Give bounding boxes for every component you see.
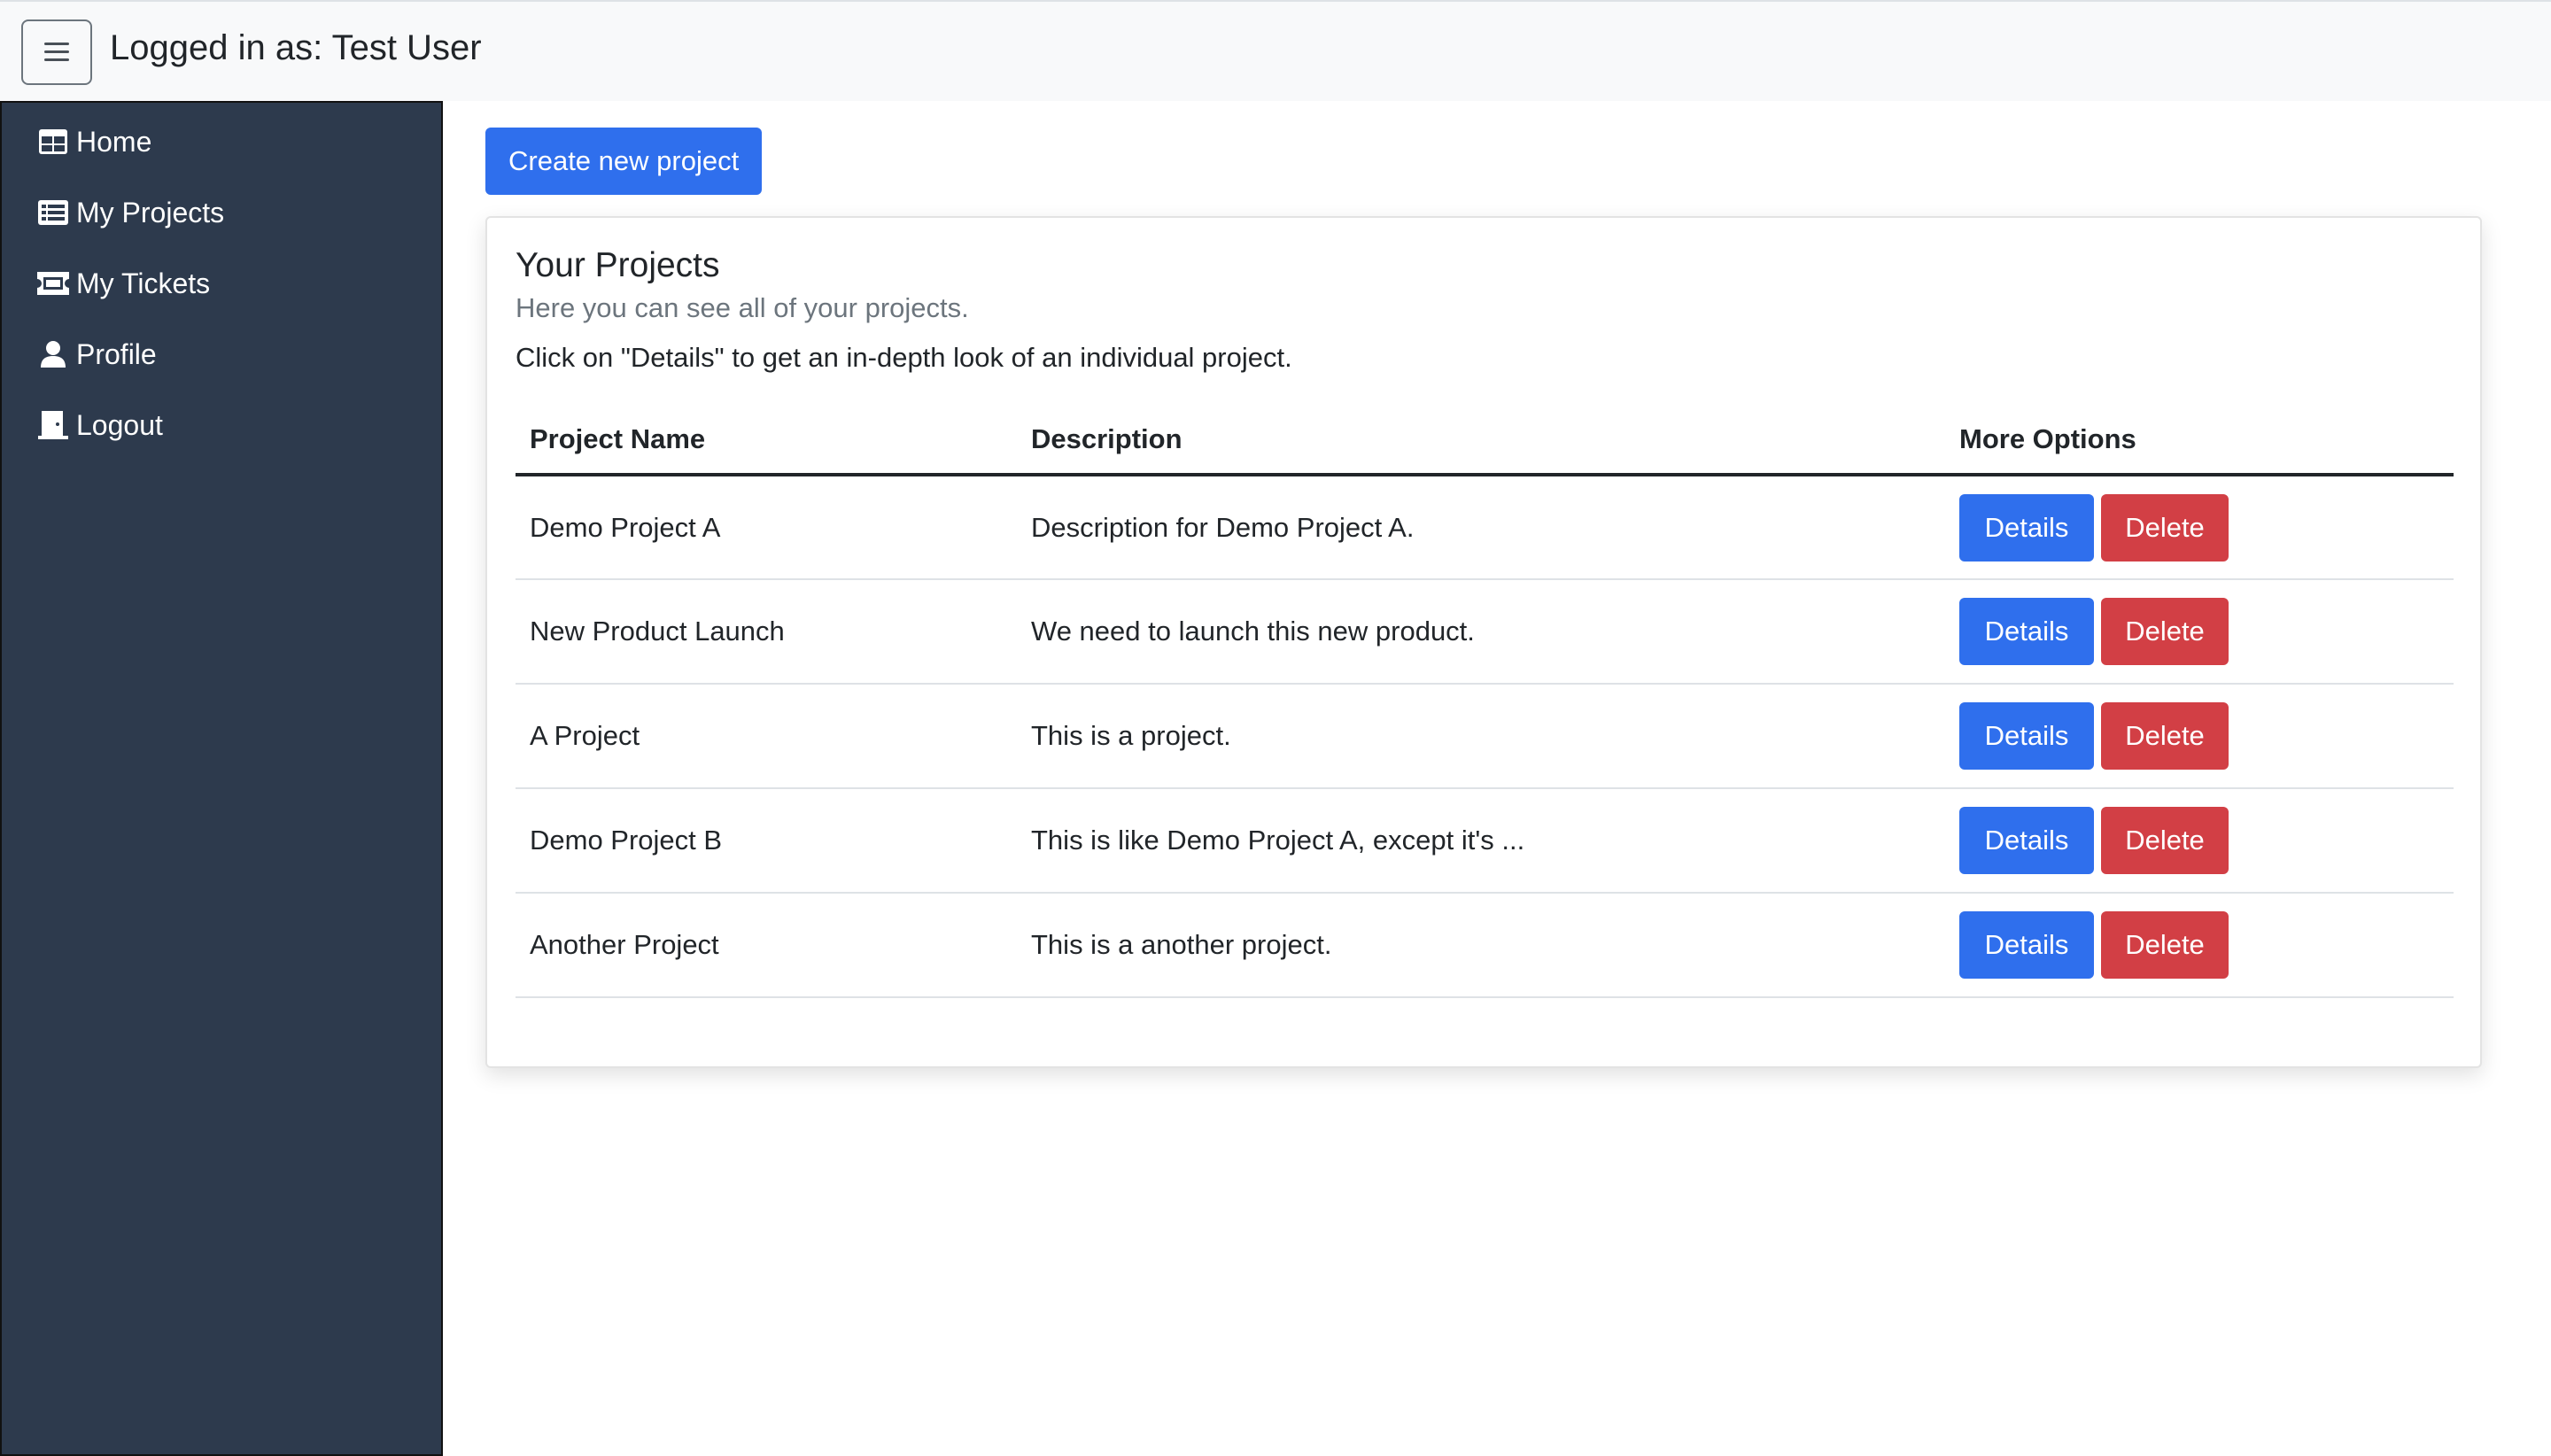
column-header-project-name: Project Name — [516, 406, 1017, 476]
details-button[interactable]: Details — [1959, 807, 2094, 874]
details-button[interactable]: Details — [1959, 911, 2094, 979]
sidebar-item-label: Profile — [76, 337, 157, 370]
delete-button[interactable]: Delete — [2101, 702, 2229, 770]
table-row: Demo Project A Description for Demo Proj… — [516, 475, 2454, 580]
hamburger-icon — [44, 43, 69, 62]
door-icon — [37, 411, 69, 439]
sidebar-item-my-tickets[interactable]: My Tickets — [2, 248, 441, 319]
sidebar-item-label: Home — [76, 125, 152, 158]
create-project-button[interactable]: Create new project — [485, 128, 763, 195]
column-header-description: Description — [1017, 406, 1945, 476]
table-row: Demo Project B This is like Demo Project… — [516, 788, 2454, 894]
menu-toggle-button[interactable] — [21, 19, 92, 85]
delete-button[interactable]: Delete — [2101, 911, 2229, 979]
project-name-cell: Demo Project A — [516, 475, 1017, 580]
sidebar-item-logout[interactable]: Logout — [2, 390, 441, 461]
logged-in-label: Logged in as: Test User — [110, 28, 482, 67]
sidebar-item-label: Logout — [76, 408, 163, 441]
project-description-cell: Description for Demo Project A. — [1017, 475, 1945, 580]
list-icon — [37, 198, 69, 227]
project-description-cell: We need to launch this new product. — [1017, 579, 1945, 685]
table-icon — [37, 128, 69, 156]
details-button[interactable]: Details — [1959, 598, 2094, 665]
card-instructions: Click on "Details" to get an in-depth lo… — [516, 342, 1292, 373]
options-cell: Details Delete — [1945, 475, 2454, 580]
projects-table: Project Name Description More Options De… — [516, 406, 2454, 998]
project-name-cell: New Product Launch — [516, 579, 1017, 685]
sidebar-item-label: My Projects — [76, 196, 225, 228]
top-navbar: Logged in as: Test User — [0, 0, 2551, 101]
projects-card: Your Projects Here you can see all of yo… — [485, 216, 2482, 1068]
sidebar-item-home[interactable]: Home — [2, 106, 441, 177]
project-name-cell: A Project — [516, 684, 1017, 789]
project-name-cell: Demo Project B — [516, 788, 1017, 894]
options-cell: Details Delete — [1945, 893, 2454, 998]
options-cell: Details Delete — [1945, 788, 2454, 894]
sidebar-item-profile[interactable]: Profile — [2, 319, 441, 390]
delete-button[interactable]: Delete — [2101, 598, 2229, 665]
column-header-more-options: More Options — [1945, 406, 2454, 476]
project-description-cell: This is like Demo Project A, except it's… — [1017, 788, 1945, 894]
table-header-row: Project Name Description More Options — [516, 406, 2454, 476]
table-row: A Project This is a project. Details Del… — [516, 684, 2454, 789]
main-content: Create new project Your Projects Here yo… — [485, 128, 2482, 1068]
project-name-cell: Another Project — [516, 893, 1017, 998]
options-cell: Details Delete — [1945, 684, 2454, 789]
options-cell: Details Delete — [1945, 579, 2454, 685]
table-row: New Product Launch We need to launch thi… — [516, 579, 2454, 685]
details-button[interactable]: Details — [1959, 493, 2094, 561]
details-button[interactable]: Details — [1959, 702, 2094, 770]
project-description-cell: This is a project. — [1017, 684, 1945, 789]
ticket-icon — [37, 269, 69, 298]
delete-button[interactable]: Delete — [2101, 493, 2229, 561]
delete-button[interactable]: Delete — [2101, 807, 2229, 874]
card-title: Your Projects — [516, 246, 720, 284]
sidebar-item-label: My Tickets — [76, 267, 211, 299]
sidebar-item-my-projects[interactable]: My Projects — [2, 177, 441, 248]
person-icon — [37, 340, 69, 368]
sidebar: Home My Projects My Tickets Profile Logo… — [0, 101, 443, 1456]
table-row: Another Project This is a another projec… — [516, 893, 2454, 998]
card-subtitle: Here you can see all of your projects. — [516, 292, 969, 323]
project-description-cell: This is a another project. — [1017, 893, 1945, 998]
